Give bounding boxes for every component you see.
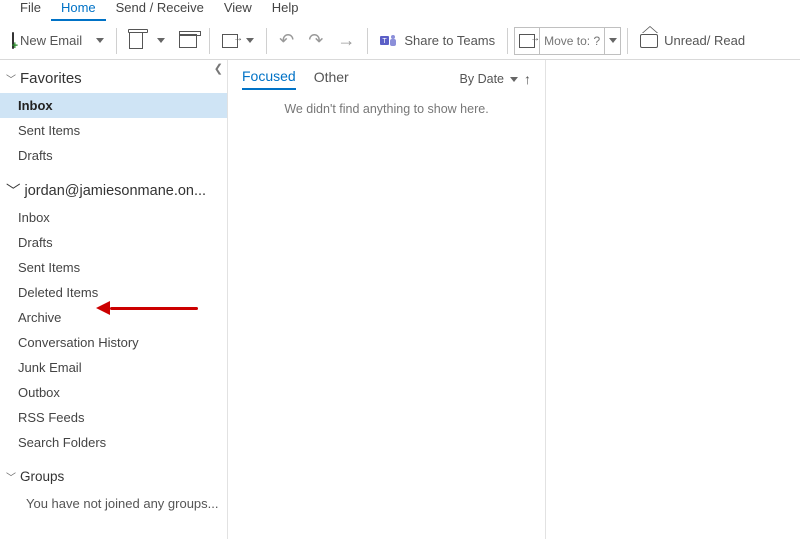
undo-icon: ↶ xyxy=(279,30,294,51)
chevron-down-icon: ﹀ xyxy=(6,469,16,484)
separator xyxy=(367,28,368,54)
delete-button[interactable] xyxy=(123,29,149,53)
undo-button[interactable]: ↶ xyxy=(273,26,300,55)
move-to-dropdown[interactable] xyxy=(604,28,620,54)
plus-icon: + xyxy=(12,40,18,52)
move-to-combo[interactable] xyxy=(514,27,621,55)
separator xyxy=(209,28,210,54)
unread-read-button[interactable]: Unread/ Read xyxy=(634,29,751,52)
archive-button[interactable] xyxy=(173,30,203,52)
separator xyxy=(627,28,628,54)
forward-button[interactable]: → xyxy=(331,26,361,55)
folder-deleted-items[interactable]: Deleted Items xyxy=(0,280,227,305)
favorites-inbox[interactable]: Inbox xyxy=(0,93,227,118)
account-header[interactable]: ﹀ jordan@jamiesonmane.on... xyxy=(0,168,227,205)
redo-icon: ↷ xyxy=(308,30,323,51)
trash-icon xyxy=(129,33,143,49)
folder-junk-email[interactable]: Junk Email xyxy=(0,355,227,380)
groups-empty-note: You have not joined any groups... xyxy=(0,490,227,517)
chevron-down-icon: ﹀ xyxy=(6,71,16,86)
chevron-down-icon xyxy=(157,38,165,43)
tab-home[interactable]: Home xyxy=(51,0,106,21)
folder-search-folders[interactable]: Search Folders xyxy=(0,430,227,455)
groups-label: Groups xyxy=(20,469,64,484)
message-list-header: Focused Other By Date ↑ xyxy=(228,60,545,96)
account-label: jordan@jamiesonmane.on... xyxy=(25,183,207,199)
move-icon xyxy=(222,34,238,48)
svg-text:T: T xyxy=(383,38,388,45)
move-to-input[interactable] xyxy=(540,34,604,48)
share-teams-button[interactable]: T Share to Teams xyxy=(374,29,501,53)
empty-message: We didn't find anything to show here. xyxy=(228,96,545,122)
tab-send-receive[interactable]: Send / Receive xyxy=(106,0,214,19)
chevron-down-icon: ﹀ xyxy=(6,180,21,201)
open-envelope-icon xyxy=(640,34,658,48)
separator xyxy=(116,28,117,54)
folder-sent-items[interactable]: Sent Items xyxy=(0,255,227,280)
chevron-down-icon xyxy=(609,38,617,43)
arrow-right-icon: → xyxy=(337,30,355,51)
toolbar: + New Email ↶ ↷ → T Share to Teams Unrea… xyxy=(0,22,800,60)
separator xyxy=(507,28,508,54)
folder-drafts[interactable]: Drafts xyxy=(0,230,227,255)
new-email-button[interactable]: + New Email xyxy=(6,29,88,52)
separator xyxy=(266,28,267,54)
move-button[interactable] xyxy=(216,30,260,52)
favorites-label: Favorites xyxy=(20,70,82,87)
teams-icon: T xyxy=(380,33,398,49)
folder-outbox[interactable]: Outbox xyxy=(0,380,227,405)
delete-dropdown[interactable] xyxy=(151,34,171,47)
reading-pane xyxy=(546,60,800,539)
redo-button[interactable]: ↷ xyxy=(302,26,329,55)
archive-icon xyxy=(179,34,197,48)
folder-conversation-history[interactable]: Conversation History xyxy=(0,330,227,355)
main-area: ❮ ﹀ Favorites Inbox Sent Items Drafts ﹀ … xyxy=(0,60,800,539)
tab-other[interactable]: Other xyxy=(314,69,349,89)
favorites-sent-items[interactable]: Sent Items xyxy=(0,118,227,143)
unread-read-label: Unread/ Read xyxy=(664,33,745,48)
new-email-label: New Email xyxy=(20,33,82,48)
groups-header[interactable]: ﹀ Groups xyxy=(0,455,227,490)
tab-help[interactable]: Help xyxy=(262,0,309,19)
tab-view[interactable]: View xyxy=(214,0,262,19)
favorites-header[interactable]: ﹀ Favorites xyxy=(0,60,227,93)
favorites-drafts[interactable]: Drafts xyxy=(0,143,227,168)
folder-archive[interactable]: Archive xyxy=(0,305,227,330)
tab-file[interactable]: File xyxy=(10,0,51,19)
message-list-pane: Focused Other By Date ↑ We didn't find a… xyxy=(228,60,546,539)
collapse-nav-icon[interactable]: ❮ xyxy=(214,62,223,75)
chevron-down-icon xyxy=(246,38,254,43)
chevron-down-icon xyxy=(510,77,518,82)
share-teams-label: Share to Teams xyxy=(404,33,495,48)
folder-nav: ❮ ﹀ Favorites Inbox Sent Items Drafts ﹀ … xyxy=(0,60,228,539)
folder-inbox[interactable]: Inbox xyxy=(0,205,227,230)
sort-direction-icon[interactable]: ↑ xyxy=(524,71,531,87)
folder-rss-feeds[interactable]: RSS Feeds xyxy=(0,405,227,430)
ribbon-tabs: File Home Send / Receive View Help xyxy=(0,0,800,22)
move-to-icon xyxy=(519,34,535,48)
chevron-down-icon xyxy=(96,38,104,43)
new-email-dropdown[interactable] xyxy=(90,34,110,47)
sort-by-date[interactable]: By Date xyxy=(460,72,504,86)
tab-focused[interactable]: Focused xyxy=(242,68,296,90)
